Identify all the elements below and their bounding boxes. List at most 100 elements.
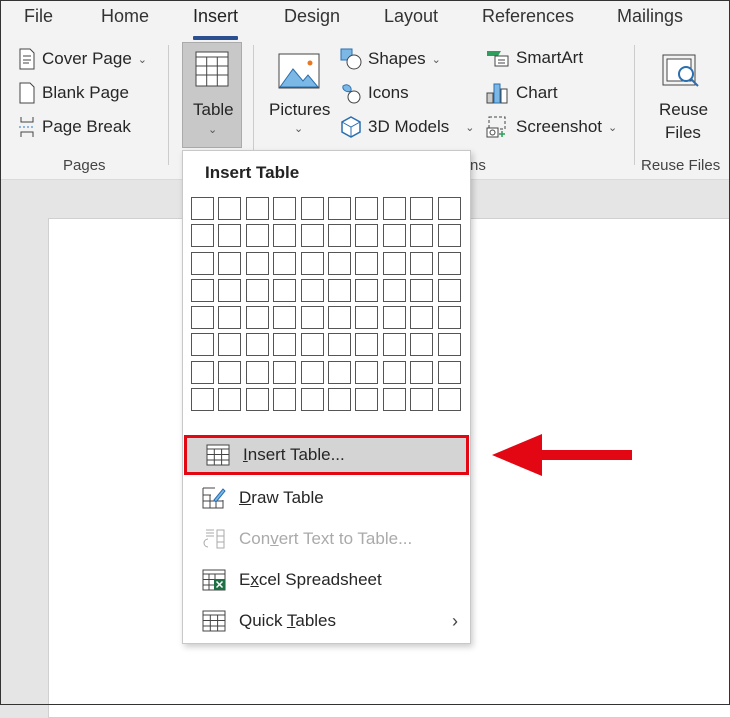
grid-cell[interactable]	[273, 360, 297, 384]
grid-cell[interactable]	[382, 360, 406, 384]
grid-cell[interactable]	[245, 224, 269, 248]
grid-cell[interactable]	[327, 333, 351, 357]
table-size-grid[interactable]	[191, 197, 461, 412]
grid-cell[interactable]	[437, 197, 461, 220]
grid-cell[interactable]	[327, 306, 351, 330]
screenshot-button[interactable]: Screenshot ⌄	[486, 116, 617, 138]
grid-cell[interactable]	[382, 388, 406, 412]
grid-cell[interactable]	[300, 197, 324, 220]
tab-references[interactable]: References	[482, 6, 574, 27]
grid-cell[interactable]	[273, 197, 297, 220]
grid-cell[interactable]	[218, 278, 242, 302]
grid-cell[interactable]	[410, 306, 434, 330]
grid-cell[interactable]	[437, 251, 461, 275]
menu-item-quick-tables[interactable]: Quick Tables ›	[183, 601, 470, 641]
grid-cell[interactable]	[300, 388, 324, 412]
grid-cell[interactable]	[300, 306, 324, 330]
grid-cell[interactable]	[410, 251, 434, 275]
grid-cell[interactable]	[355, 360, 379, 384]
grid-cell[interactable]	[191, 388, 214, 412]
grid-cell[interactable]	[382, 306, 406, 330]
grid-cell[interactable]	[300, 333, 324, 357]
menu-item-draw-table[interactable]: Draw Table	[183, 478, 470, 518]
grid-cell[interactable]	[410, 224, 434, 248]
grid-cell[interactable]	[355, 333, 379, 357]
grid-cell[interactable]	[382, 197, 406, 220]
grid-cell[interactable]	[273, 251, 297, 275]
grid-cell[interactable]	[327, 224, 351, 248]
grid-cell[interactable]	[437, 278, 461, 302]
cover-page-button[interactable]: Cover Page ⌄	[18, 48, 147, 70]
grid-cell[interactable]	[218, 224, 242, 248]
tab-insert[interactable]: Insert	[193, 6, 239, 40]
grid-cell[interactable]	[410, 197, 434, 220]
grid-cell[interactable]	[191, 251, 214, 275]
tab-mailings[interactable]: Mailings	[617, 6, 683, 27]
grid-cell[interactable]	[245, 333, 269, 357]
grid-cell[interactable]	[437, 360, 461, 384]
pictures-button[interactable]: Pictures ⌄	[266, 50, 332, 145]
grid-cell[interactable]	[273, 306, 297, 330]
grid-cell[interactable]	[437, 224, 461, 248]
grid-cell[interactable]	[218, 306, 242, 330]
page-break-button[interactable]: Page Break	[18, 116, 131, 138]
grid-cell[interactable]	[355, 224, 379, 248]
shapes-button[interactable]: Shapes ⌄	[340, 48, 441, 70]
grid-cell[interactable]	[273, 388, 297, 412]
grid-cell[interactable]	[273, 278, 297, 302]
tab-file[interactable]: File	[24, 6, 53, 27]
grid-cell[interactable]	[218, 388, 242, 412]
grid-cell[interactable]	[273, 333, 297, 357]
grid-cell[interactable]	[218, 333, 242, 357]
grid-cell[interactable]	[410, 278, 434, 302]
grid-cell[interactable]	[327, 251, 351, 275]
tab-layout[interactable]: Layout	[384, 6, 438, 27]
tab-home[interactable]: Home	[101, 6, 149, 27]
grid-cell[interactable]	[382, 278, 406, 302]
grid-cell[interactable]	[191, 197, 214, 220]
grid-cell[interactable]	[300, 278, 324, 302]
table-button[interactable]: Table ⌄	[182, 42, 242, 148]
grid-cell[interactable]	[191, 333, 214, 357]
grid-cell[interactable]	[218, 251, 242, 275]
grid-cell[interactable]	[300, 360, 324, 384]
grid-cell[interactable]	[245, 278, 269, 302]
grid-cell[interactable]	[355, 306, 379, 330]
grid-cell[interactable]	[437, 388, 461, 412]
grid-cell[interactable]	[300, 224, 324, 248]
grid-cell[interactable]	[410, 388, 434, 412]
grid-cell[interactable]	[245, 197, 269, 220]
grid-cell[interactable]	[191, 224, 214, 248]
grid-cell[interactable]	[218, 360, 242, 384]
grid-cell[interactable]	[355, 251, 379, 275]
grid-cell[interactable]	[245, 388, 269, 412]
grid-cell[interactable]	[382, 333, 406, 357]
grid-cell[interactable]	[382, 251, 406, 275]
3d-models-button[interactable]: 3D Models ⌄	[340, 116, 474, 138]
grid-cell[interactable]	[191, 306, 214, 330]
grid-cell[interactable]	[410, 360, 434, 384]
grid-cell[interactable]	[327, 360, 351, 384]
menu-item-insert-table[interactable]: Insert Table...	[184, 435, 469, 475]
smartart-button[interactable]: SmartArt	[486, 48, 583, 68]
grid-cell[interactable]	[355, 388, 379, 412]
grid-cell[interactable]	[437, 333, 461, 357]
grid-cell[interactable]	[382, 224, 406, 248]
grid-cell[interactable]	[355, 278, 379, 302]
grid-cell[interactable]	[245, 251, 269, 275]
grid-cell[interactable]	[191, 278, 214, 302]
blank-page-button[interactable]: Blank Page	[18, 82, 129, 104]
reuse-files-button[interactable]: Reuse Files	[652, 50, 716, 145]
grid-cell[interactable]	[273, 224, 297, 248]
grid-cell[interactable]	[410, 333, 434, 357]
grid-cell[interactable]	[245, 306, 269, 330]
grid-cell[interactable]	[327, 278, 351, 302]
grid-cell[interactable]	[327, 197, 351, 220]
menu-item-excel-spreadsheet[interactable]: Excel Spreadsheet	[183, 560, 470, 600]
grid-cell[interactable]	[437, 306, 461, 330]
tab-design[interactable]: Design	[284, 6, 340, 27]
grid-cell[interactable]	[218, 197, 242, 220]
chart-button[interactable]: Chart	[486, 82, 558, 104]
grid-cell[interactable]	[245, 360, 269, 384]
grid-cell[interactable]	[300, 251, 324, 275]
